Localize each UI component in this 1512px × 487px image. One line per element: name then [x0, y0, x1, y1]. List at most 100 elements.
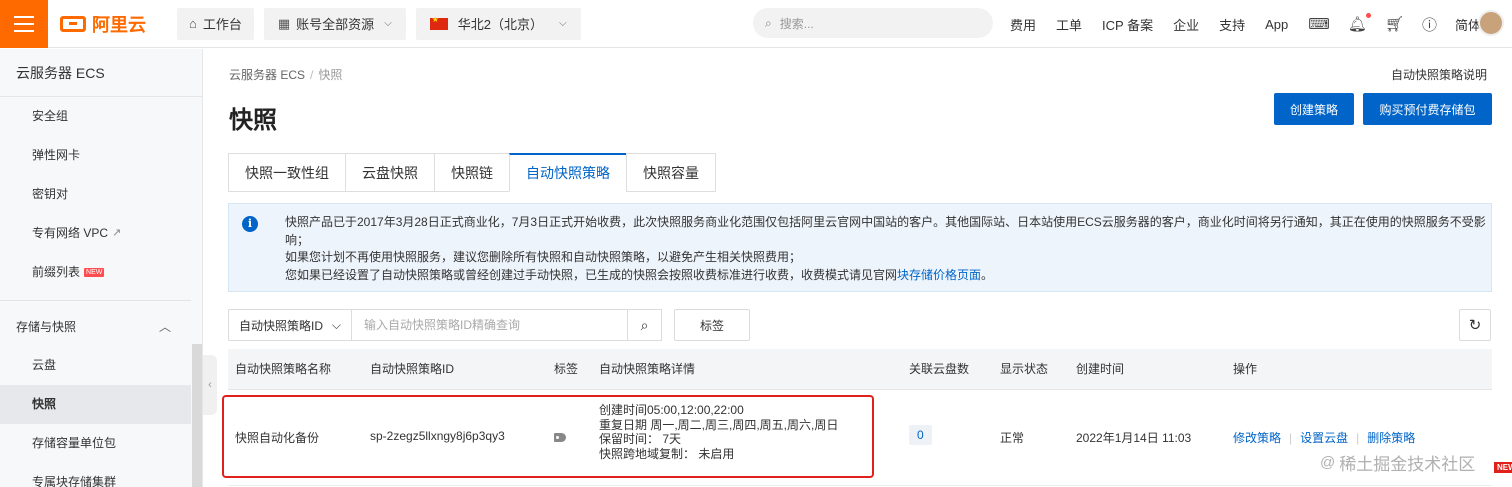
watermark-text: 稀土掘金技术社区 [1339, 455, 1476, 474]
tab-consistency-group[interactable]: 快照一致性组 [228, 153, 345, 192]
detail-retention: 保留时间： 7天 [599, 432, 682, 446]
policy-name-cell: 快照自动化备份 [235, 431, 320, 445]
col-tags: 标签 [554, 362, 579, 376]
sidebar-item-label: 弹性网卡 [32, 148, 81, 162]
notice-line-3-end: 。 [981, 267, 994, 282]
bell-icon[interactable]: 🔔︎ [1348, 13, 1371, 33]
breadcrumb-current: 快照 [318, 68, 343, 82]
sidebar-group-storage[interactable]: 存储与快照 ︿ [0, 307, 191, 346]
search-icon: ⌕ [765, 15, 772, 30]
tab-snapshot-chain[interactable]: 快照链 [434, 153, 509, 192]
sidebar-scrollbar[interactable] [192, 344, 202, 487]
snapshot-tabs: 快照一致性组 云盘快照 快照链 自动快照策略 快照容量 [228, 153, 716, 192]
actions-cell: 修改策略 | 设置云盘 | 删除策略 [1233, 429, 1415, 446]
top-link-support[interactable]: 支持 [1219, 15, 1245, 34]
top-link-enterprise[interactable]: 企业 [1173, 15, 1199, 34]
tag-cell[interactable] [554, 431, 566, 445]
col-policy-id: 自动快照策略ID [370, 362, 455, 376]
search-placeholder: 搜索... [779, 16, 814, 31]
sidebar-item-dedicated-block[interactable]: 专属块存储集群 [0, 463, 191, 487]
refresh-icon: ↻ [1468, 317, 1482, 334]
refresh-button[interactable]: ↻ [1459, 309, 1491, 341]
global-search-input[interactable]: ⌕ 搜索... [753, 8, 993, 38]
breadcrumb-separator: / [310, 68, 314, 82]
sidebar-item-keypair[interactable]: 密钥对 [0, 175, 191, 214]
buy-storage-package-button[interactable]: 购买预付费存储包 [1363, 93, 1492, 125]
chevron-up-icon: ︿ [158, 320, 171, 334]
disk-count-cell: 0 [909, 425, 932, 445]
chevron-down-icon: ⌵ [559, 18, 567, 29]
col-created: 创建时间 [1076, 362, 1125, 376]
china-flag-icon [429, 15, 448, 30]
notice-banner: i 快照产品已于2017年3月28日正式商业化，7月3日正式开始收费，此次快照服… [228, 203, 1492, 292]
sidebar-item-storage-package[interactable]: 存储容量单位包 [0, 424, 191, 463]
top-links: 费用 工单 ICP 备案 企业 支持 App ⌨ 🔔︎ 🛒︎ ⓘ 简体 [1010, 0, 1501, 48]
terminal-icon[interactable]: ⌨ [1308, 15, 1330, 33]
notice-line-1: 快照产品已于2017年3月28日正式商业化，7月3日正式开始收费，此次快照服务商… [285, 215, 1486, 229]
region-label: 华北2（北京） [457, 17, 544, 32]
sidebar-title: 云服务器 ECS [0, 49, 202, 97]
col-policy-detail: 自动快照策略详情 [599, 362, 696, 376]
table-header: 自动快照策略名称 自动快照策略ID 标签 自动快照策略详情 关联云盘数 显示状态… [228, 349, 1492, 390]
resource-scope-dropdown[interactable]: ▦ 账号全部资源 ⌵ [263, 7, 406, 40]
breadcrumb-root[interactable]: 云服务器 ECS [229, 68, 305, 82]
logo-mark-icon [60, 15, 86, 32]
hamburger-menu-button[interactable] [0, 0, 48, 48]
info-icon: i [242, 216, 258, 232]
top-link-app[interactable]: App [1265, 17, 1288, 32]
notice-line-2: 如果您计划不再使用快照服务，建议您删除所有快照和自动快照策略，以避免产生相关快照… [285, 250, 802, 264]
help-icon[interactable]: ⓘ [1422, 14, 1437, 35]
user-avatar[interactable] [1478, 10, 1504, 36]
set-disks-link[interactable]: 设置云盘 [1300, 431, 1348, 445]
detail-cross-region: 快照跨地域复制： 未启用 [599, 446, 735, 461]
policy-help-link[interactable]: 自动快照策略说明 [1391, 66, 1487, 83]
at-icon: @ [1320, 454, 1336, 471]
sidebar-item-disk[interactable]: 云盘 [0, 346, 191, 385]
sidebar-item-label: 密钥对 [32, 187, 69, 201]
cart-icon[interactable]: 🛒︎ [1385, 15, 1404, 33]
corner-new-badge: NEW [1494, 462, 1512, 473]
sidebar-item-snapshot[interactable]: 快照 [0, 385, 191, 424]
notification-dot [1365, 13, 1371, 18]
col-disk-count: 关联云盘数 [909, 362, 970, 376]
policy-detail-cell: 创建时间05:00,12:00,22:00 重复日期 周一,周二,周三,周四,周… [599, 403, 838, 461]
tab-auto-snapshot-policy[interactable]: 自动快照策略 [509, 153, 626, 192]
sidebar-collapse-handle[interactable]: ‹ [203, 355, 217, 415]
workbench-button[interactable]: ⌂ 工作台 [177, 7, 254, 40]
edit-policy-link[interactable]: 修改策略 [1233, 431, 1281, 445]
sidebar-item-prefix-list[interactable]: 前缀列表 NEW [0, 253, 191, 292]
top-link-fees[interactable]: 费用 [1010, 15, 1036, 34]
aliyun-logo[interactable]: 阿里云 [60, 11, 155, 37]
policy-id-search-input[interactable] [352, 309, 628, 341]
sidebar-divider [0, 300, 191, 301]
sidebar-item-security-group[interactable]: 安全组 [0, 97, 191, 136]
create-policy-button[interactable]: 创建策略 [1274, 93, 1354, 125]
filter-bar: 自动快照策略ID ⌵ ⌕ 标签 [228, 309, 750, 341]
tab-disk-snapshot[interactable]: 云盘快照 [345, 153, 434, 192]
detail-repeat-days: 重复日期 周一,周二,周三,周四,周五,周六,周日 [599, 417, 839, 432]
page-title: 快照 [229, 107, 277, 134]
sidebar-group-label: 存储与快照 [16, 320, 77, 334]
tag-filter-button[interactable]: 标签 [674, 309, 750, 341]
delete-policy-link[interactable]: 删除策略 [1367, 431, 1415, 445]
sidebar-item-vpc[interactable]: 专有网络 VPC ↗ [0, 214, 191, 253]
search-button[interactable]: ⌕ [628, 309, 662, 341]
block-storage-price-link[interactable]: 块存储价格页面 [897, 268, 981, 282]
notice-line-3-text: 您如果已经设置了自动快照策略或曾经创建过手动快照，已生成的快照会按照收费标准进行… [285, 267, 898, 282]
region-dropdown[interactable]: 华北2（北京） ⌵ [415, 7, 581, 40]
top-link-icp[interactable]: ICP 备案 [1102, 15, 1153, 34]
new-badge: NEW [84, 268, 105, 277]
top-link-tickets[interactable]: 工单 [1056, 15, 1082, 34]
disk-count-badge[interactable]: 0 [909, 425, 932, 445]
sidebar-item-eni[interactable]: 弹性网卡 [0, 136, 191, 175]
sidebar-item-label: 云盘 [32, 358, 57, 372]
policy-id-cell[interactable]: sp-2zegz5llxngy8j6p3qy3 [370, 429, 505, 443]
chevron-down-icon: ⌵ [384, 18, 392, 29]
sidebar: 云服务器 ECS 安全组 弹性网卡 密钥对 专有网络 VPC ↗ 前缀列表 NEW … [0, 49, 203, 487]
search-field-select[interactable]: 自动快照策略ID ⌵ [228, 309, 352, 341]
created-time-cell: 2022年1月14日 11:03 [1076, 431, 1192, 445]
sidebar-item-label: 专属块存储集群 [32, 475, 117, 487]
sidebar-item-label: 安全组 [32, 109, 69, 123]
external-link-icon: ↗ [112, 227, 122, 239]
tab-snapshot-capacity[interactable]: 快照容量 [626, 153, 716, 192]
